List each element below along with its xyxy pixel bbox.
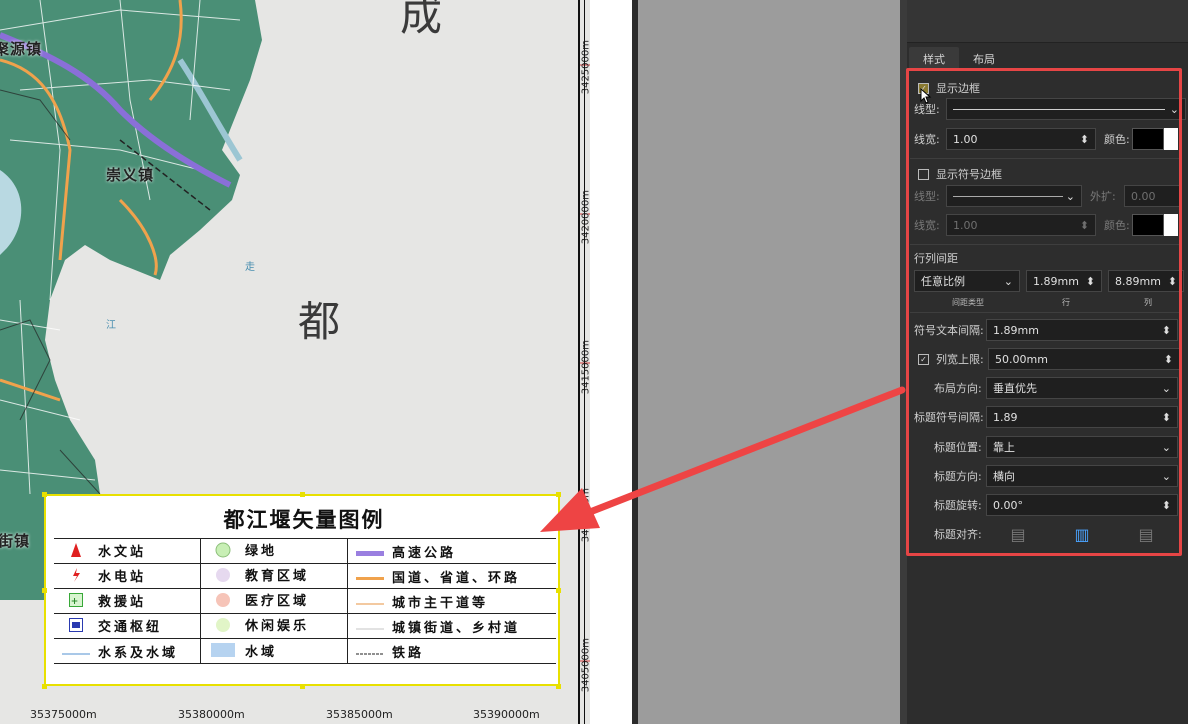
legend-label: 城镇街道、乡村道: [392, 620, 521, 636]
legend-label: 休闲娱乐: [245, 619, 310, 635]
resize-handle[interactable]: [556, 684, 561, 689]
map-frame-outer: [578, 0, 580, 724]
y-coord-5: 3405000m: [580, 638, 590, 693]
town-label-3: 柳街镇: [0, 532, 31, 550]
legend-row: 水电站 教育区域 国道、省道、环路: [54, 563, 556, 589]
rescue-station-icon: +: [54, 593, 98, 611]
y-coord-1: 3425000m: [580, 40, 590, 95]
legend-row: 水系及水域 水域 铁路: [54, 638, 556, 664]
svg-text:+: +: [71, 597, 82, 607]
expressway-icon: [348, 546, 392, 561]
y-coord-4: 3410000m: [580, 488, 590, 543]
leisure-icon: [201, 617, 245, 637]
legend-label: 城市主干道等: [392, 595, 489, 611]
hydropower-icon: [54, 568, 98, 586]
map-frame-inner: [584, 0, 585, 724]
legend-label: 水文站: [98, 544, 147, 560]
legend-row: 水文站 绿地 高速公路: [54, 538, 556, 564]
legend-title: 都江堰矢量图例: [223, 507, 385, 532]
x-coord-2: 35380000m: [178, 708, 245, 721]
resize-handle[interactable]: [300, 492, 305, 497]
medical-area-icon: [201, 592, 245, 612]
x-coord-4: 35390000m: [473, 708, 540, 721]
legend-row: + 救援站 医疗区域 城市主干道等: [54, 588, 556, 614]
main-road-icon: [348, 596, 392, 611]
resize-handle[interactable]: [42, 684, 47, 689]
transport-hub-icon: [54, 618, 98, 636]
workspace-background: [638, 0, 900, 724]
page-margin: [590, 0, 632, 724]
resize-handle[interactable]: [556, 588, 561, 593]
legend-table: 水文站 绿地 高速公路 水电站 教育区域 国道、省道、环路 + 救援站 医疗区域 …: [54, 538, 556, 664]
legend-label: 水域: [245, 644, 278, 660]
education-area-icon: [201, 567, 245, 587]
town-label-1: 聚源镇: [0, 40, 43, 58]
resize-handle[interactable]: [556, 492, 561, 497]
city-label-main: 都: [298, 297, 341, 346]
panel-header: [907, 0, 1188, 43]
legend-label: 教育区域: [245, 569, 310, 585]
legend-label: 铁路: [392, 645, 425, 661]
resize-handle[interactable]: [42, 588, 47, 593]
mouse-cursor-icon: [920, 88, 932, 104]
legend-label: 交通枢纽: [98, 619, 163, 635]
hydrology-station-icon: [54, 543, 98, 561]
legend-label: 水系及水域: [98, 645, 179, 661]
national-road-icon: [348, 571, 392, 586]
greenland-icon: [201, 542, 245, 562]
water-system-icon: [54, 646, 98, 661]
legend-label: 高速公路: [392, 545, 457, 561]
legend-label: 国道、省道、环路: [392, 570, 521, 586]
x-coord-3: 35385000m: [326, 708, 393, 721]
y-coord-2: 3420000m: [580, 190, 590, 245]
highlight-box: [906, 68, 1182, 556]
river-label-1: 走: [245, 262, 255, 273]
resize-handle[interactable]: [300, 684, 305, 689]
x-coord-1: 35375000m: [30, 708, 97, 721]
railway-icon: [348, 646, 392, 661]
legend-box[interactable]: 都江堰矢量图例 水文站 绿地 高速公路 水电站 教育区域 国道、省道、环路 + 救…: [44, 494, 560, 686]
legend-label: 绿地: [245, 544, 278, 560]
water-area-icon: [201, 643, 245, 661]
y-coord-3: 3415000m: [580, 340, 590, 395]
legend-label: 水电站: [98, 569, 147, 585]
legend-label: 医疗区域: [245, 594, 310, 610]
street-icon: [348, 621, 392, 636]
legend-row: 交通枢纽 休闲娱乐 城镇街道、乡村道: [54, 613, 556, 639]
river-label-2: 江: [106, 320, 116, 331]
land-area-south: [0, 560, 44, 600]
town-label-2: 崇义镇: [106, 166, 155, 184]
legend-label: 救援站: [98, 594, 147, 610]
city-label-top: 成: [400, 0, 443, 40]
resize-handle[interactable]: [42, 492, 47, 497]
